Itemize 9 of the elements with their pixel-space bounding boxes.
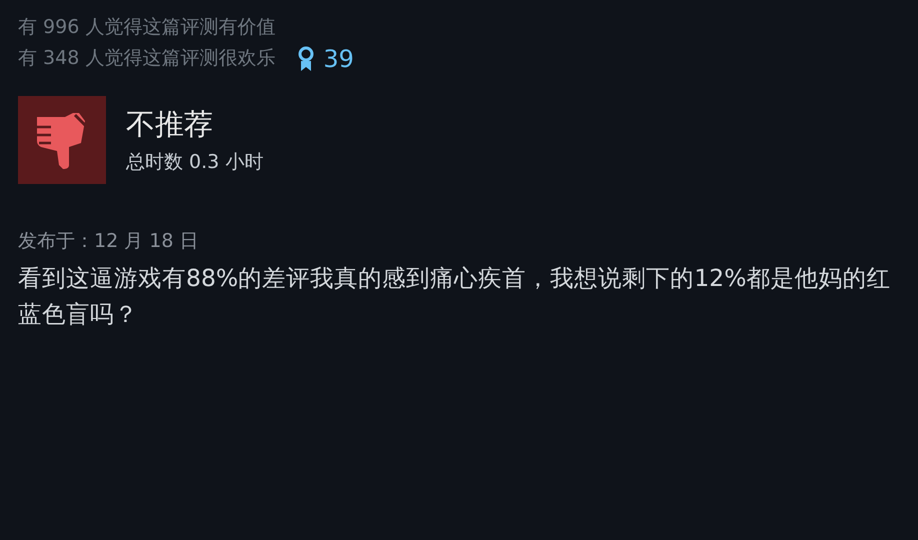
award-icon xyxy=(297,46,316,72)
helpful-count: 有 996 人觉得这篇评测有价值 xyxy=(18,15,276,40)
funny-count: 有 348 人觉得这篇评测很欢乐 xyxy=(18,46,276,71)
award-count: 39 xyxy=(323,44,354,72)
thumbs-down-icon xyxy=(18,96,106,184)
posted-date: 发布于：12 月 18 日 xyxy=(18,229,200,254)
playtime: 总时数 0.3 小时 xyxy=(126,150,264,175)
verdict-title: 不推荐 xyxy=(126,106,214,143)
review-text: 看到这逼游戏有88%的差评我真的感到痛心疾首，我想说剩下的12%都是他妈的红蓝色盲吗？ xyxy=(18,263,892,330)
